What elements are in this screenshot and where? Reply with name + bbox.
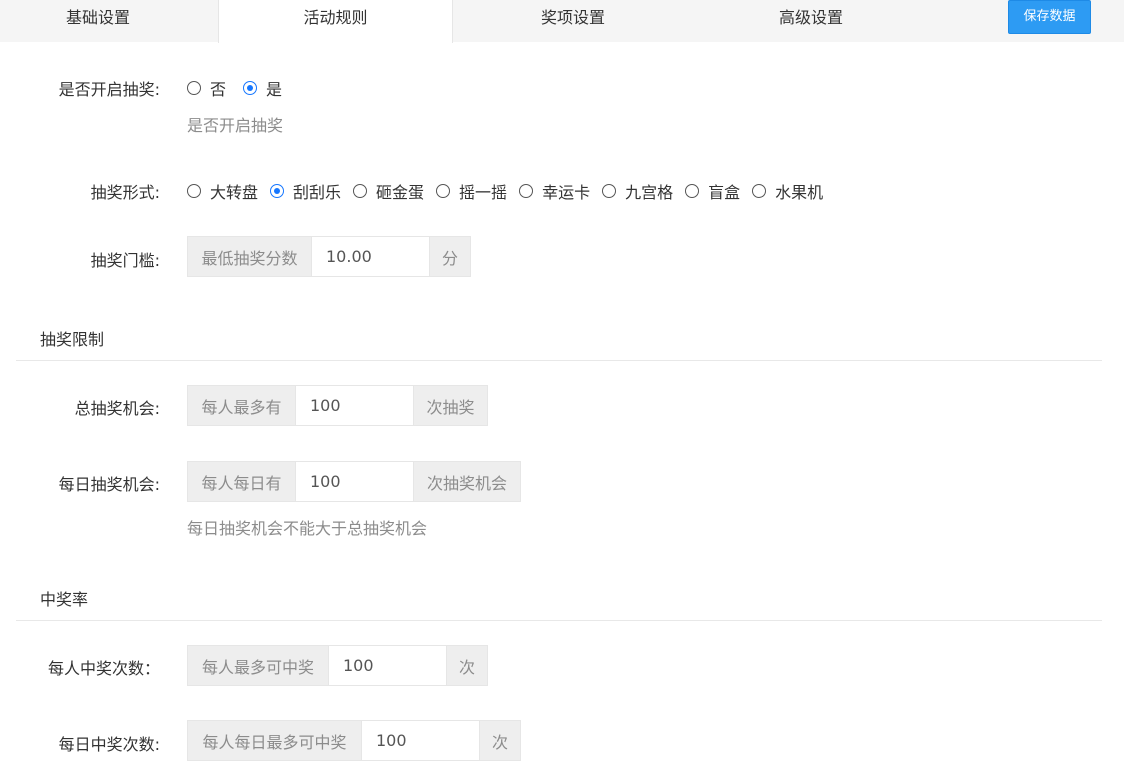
radio-circle-icon [187,81,201,95]
daily-chances-hint: 每日抽奖机会不能大于总抽奖机会 [187,519,428,538]
total-chances-input-group: 每人最多有 100 次抽奖 [187,385,488,426]
per-person-wins-suffix: 次 [446,645,488,686]
tab-activity-rules[interactable]: 活动规则 [218,0,453,43]
radio-circle-icon [519,184,534,198]
radio-label: 九宫格 [625,183,674,202]
lottery-form-option-egg[interactable]: 砸金蛋 [353,179,424,203]
tab-prize-settings[interactable]: 奖项设置 [453,0,693,42]
enable-lottery-label: 是否开启抽奖: [58,80,160,99]
daily-wins-input-group: 每人每日最多可中奖 100 次 [187,720,521,761]
threshold-input-group: 最低抽奖分数 10.00 分 [187,236,471,277]
daily-chances-input-group: 每人每日有 100 次抽奖机会 [187,461,521,502]
radio-label: 刮刮乐 [293,183,342,202]
daily-wins-prefix: 每人每日最多可中奖 [187,720,362,761]
enable-lottery-radio-group: 否 是 [187,76,282,100]
radio-circle-icon [685,184,700,198]
radio-circle-icon [752,184,767,198]
daily-chances-prefix: 每人每日有 [187,461,296,502]
tab-basic-settings[interactable]: 基础设置 [0,0,196,42]
save-data-button[interactable]: 保存数据 [1008,0,1091,34]
per-person-wins-input-group: 每人最多可中奖 100 次 [187,645,488,686]
per-person-wins-input[interactable]: 100 [329,645,446,686]
radio-circle-icon [602,184,617,198]
enable-lottery-no-radio[interactable]: 否 [187,76,226,100]
limit-section-divider [16,360,1102,361]
rate-section-title: 中奖率 [40,590,89,609]
radio-circle-icon [436,184,451,198]
daily-wins-label: 每日中奖次数: [58,735,160,754]
radio-circle-icon [187,184,201,198]
tab-advanced-settings[interactable]: 高级设置 [693,0,929,42]
daily-chances-suffix: 次抽奖机会 [413,461,521,502]
per-person-wins-label: 每人中奖次数： [47,659,160,678]
total-chances-input[interactable]: 100 [296,385,413,426]
lottery-form-option-grid[interactable]: 九宫格 [602,179,673,203]
lottery-form-option-lucky-card[interactable]: 幸运卡 [519,179,590,203]
lottery-form-option-wheel[interactable]: 大转盘 [187,179,258,203]
per-person-wins-prefix: 每人最多可中奖 [187,645,329,686]
limit-section-title: 抽奖限制 [40,330,105,349]
total-chances-suffix: 次抽奖 [413,385,488,426]
enable-lottery-yes-radio[interactable]: 是 [243,76,282,100]
radio-label: 盲盒 [708,183,741,202]
daily-wins-input[interactable]: 100 [362,720,479,761]
threshold-label: 抽奖门槛: [90,251,160,270]
radio-circle-icon [353,184,368,198]
radio-label: 是 [266,80,283,99]
radio-label: 幸运卡 [542,183,591,202]
lottery-form-option-scratch[interactable]: 刮刮乐 [270,179,341,203]
rate-section-divider [16,620,1102,621]
daily-chances-label: 每日抽奖机会: [58,475,160,494]
enable-lottery-hint: 是否开启抽奖 [187,116,284,135]
radio-label: 摇一摇 [459,183,508,202]
lottery-form-radio-group: 大转盘 刮刮乐 砸金蛋 摇一摇 幸运卡 九宫格 盲盒 水果机 [187,179,823,203]
total-chances-label: 总抽奖机会: [74,399,160,418]
total-chances-prefix: 每人最多有 [187,385,296,426]
lottery-form-option-blind-box[interactable]: 盲盒 [685,179,740,203]
daily-wins-suffix: 次 [479,720,521,761]
daily-chances-input[interactable]: 100 [296,461,413,502]
tab-bar: 基础设置 活动规则 奖项设置 高级设置 保存数据 [0,0,1124,43]
threshold-suffix: 分 [429,236,471,277]
threshold-prefix: 最低抽奖分数 [187,236,312,277]
radio-label: 砸金蛋 [376,183,425,202]
radio-circle-checked-icon [243,81,258,95]
radio-label: 大转盘 [210,183,259,202]
threshold-input[interactable]: 10.00 [312,236,429,277]
radio-label: 水果机 [775,183,824,202]
lottery-form-label: 抽奖形式: [90,183,160,202]
radio-circle-checked-icon [270,184,285,198]
radio-label: 否 [210,80,227,99]
lottery-form-option-fruit-machine[interactable]: 水果机 [752,179,823,203]
lottery-form-option-shake[interactable]: 摇一摇 [436,179,507,203]
